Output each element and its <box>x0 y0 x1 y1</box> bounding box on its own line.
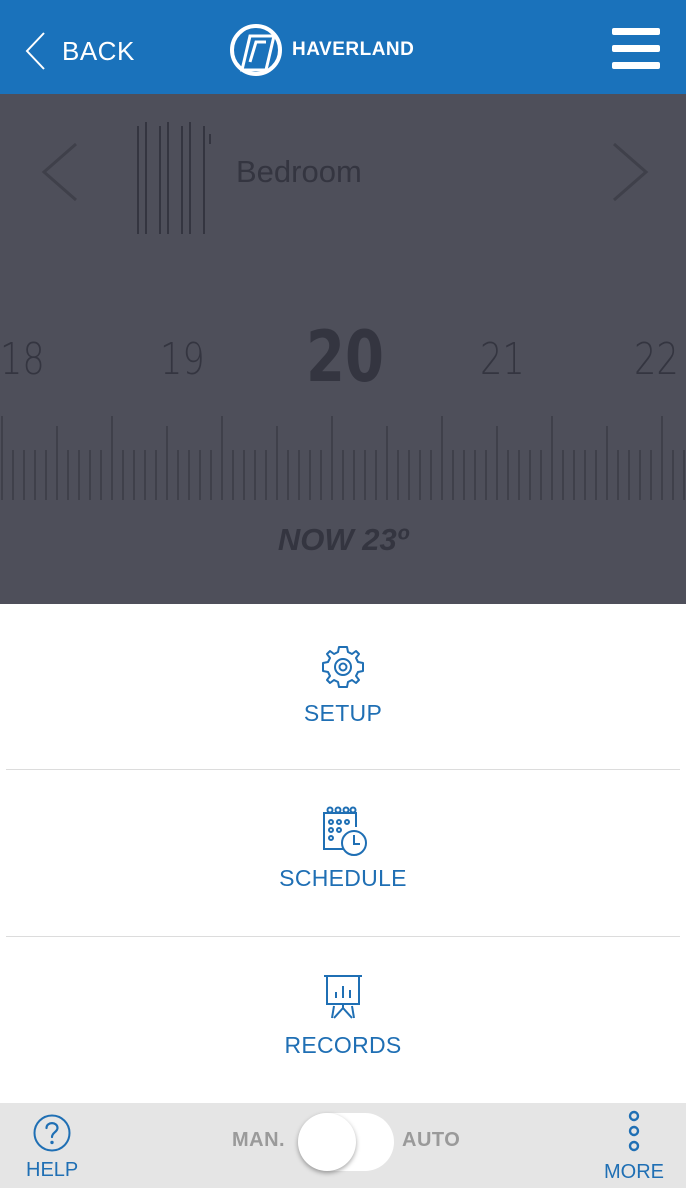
toggle-knob[interactable] <box>298 1113 356 1171</box>
chevron-left-icon <box>25 32 45 70</box>
thermostat-panel: Bedroom 18 19 20 21 22 NOW 23º <box>0 94 686 604</box>
divider <box>6 936 680 937</box>
radiator-icon <box>137 122 211 234</box>
app-root: BACK HAVERLAND Bedroom 18 19 20 21 22 NO… <box>0 0 686 1188</box>
scale-value[interactable]: 19 <box>160 334 205 385</box>
records-label: RECORDS <box>284 1032 402 1058</box>
top-bar: BACK HAVERLAND <box>0 0 686 94</box>
records-button[interactable]: RECORDS <box>0 972 686 1059</box>
question-circle-icon <box>33 1114 71 1152</box>
manual-mode-label[interactable]: MAN. <box>232 1129 285 1152</box>
menu-bar-icon <box>612 28 660 35</box>
scale-value[interactable]: 18 <box>0 334 45 385</box>
previous-room-chevron-icon[interactable] <box>38 140 82 204</box>
back-button[interactable]: BACK <box>24 26 135 76</box>
setup-label: SETUP <box>303 700 383 726</box>
haverland-logo-icon <box>230 24 282 76</box>
menu-bar-icon <box>612 62 660 69</box>
divider <box>6 769 680 770</box>
bottom-bar: HELP MAN. AUTO MORE <box>0 1103 686 1188</box>
presentation-chart-icon <box>324 975 362 1019</box>
current-temperature: NOW 23º <box>277 522 409 557</box>
brand: HAVERLAND <box>228 22 414 78</box>
help-label: HELP <box>26 1159 79 1181</box>
brand-name: HAVERLAND <box>292 39 415 60</box>
temperature-slider[interactable] <box>0 416 686 500</box>
schedule-button[interactable]: SCHEDULE <box>0 805 686 892</box>
more-label: MORE <box>604 1161 664 1183</box>
help-button[interactable]: HELP <box>26 1113 78 1182</box>
auto-mode-label[interactable]: AUTO <box>402 1129 460 1152</box>
scale-value[interactable]: 22 <box>634 334 679 385</box>
room-name: Bedroom <box>236 154 362 189</box>
scale-value[interactable]: 21 <box>480 334 525 385</box>
schedule-label: SCHEDULE <box>279 865 407 891</box>
selected-temperature[interactable]: 20 <box>306 316 384 398</box>
mode-toggle[interactable] <box>298 1113 394 1171</box>
menu-button[interactable] <box>612 26 660 72</box>
more-vertical-icon <box>628 1110 640 1152</box>
gear-icon <box>322 646 364 688</box>
next-room-chevron-icon[interactable] <box>608 140 652 204</box>
setup-button[interactable]: SETUP <box>0 640 686 727</box>
back-label: BACK <box>62 35 135 66</box>
calendar-clock-icon <box>323 806 367 856</box>
menu-bar-icon <box>612 45 660 52</box>
more-button[interactable]: MORE <box>604 1109 664 1184</box>
